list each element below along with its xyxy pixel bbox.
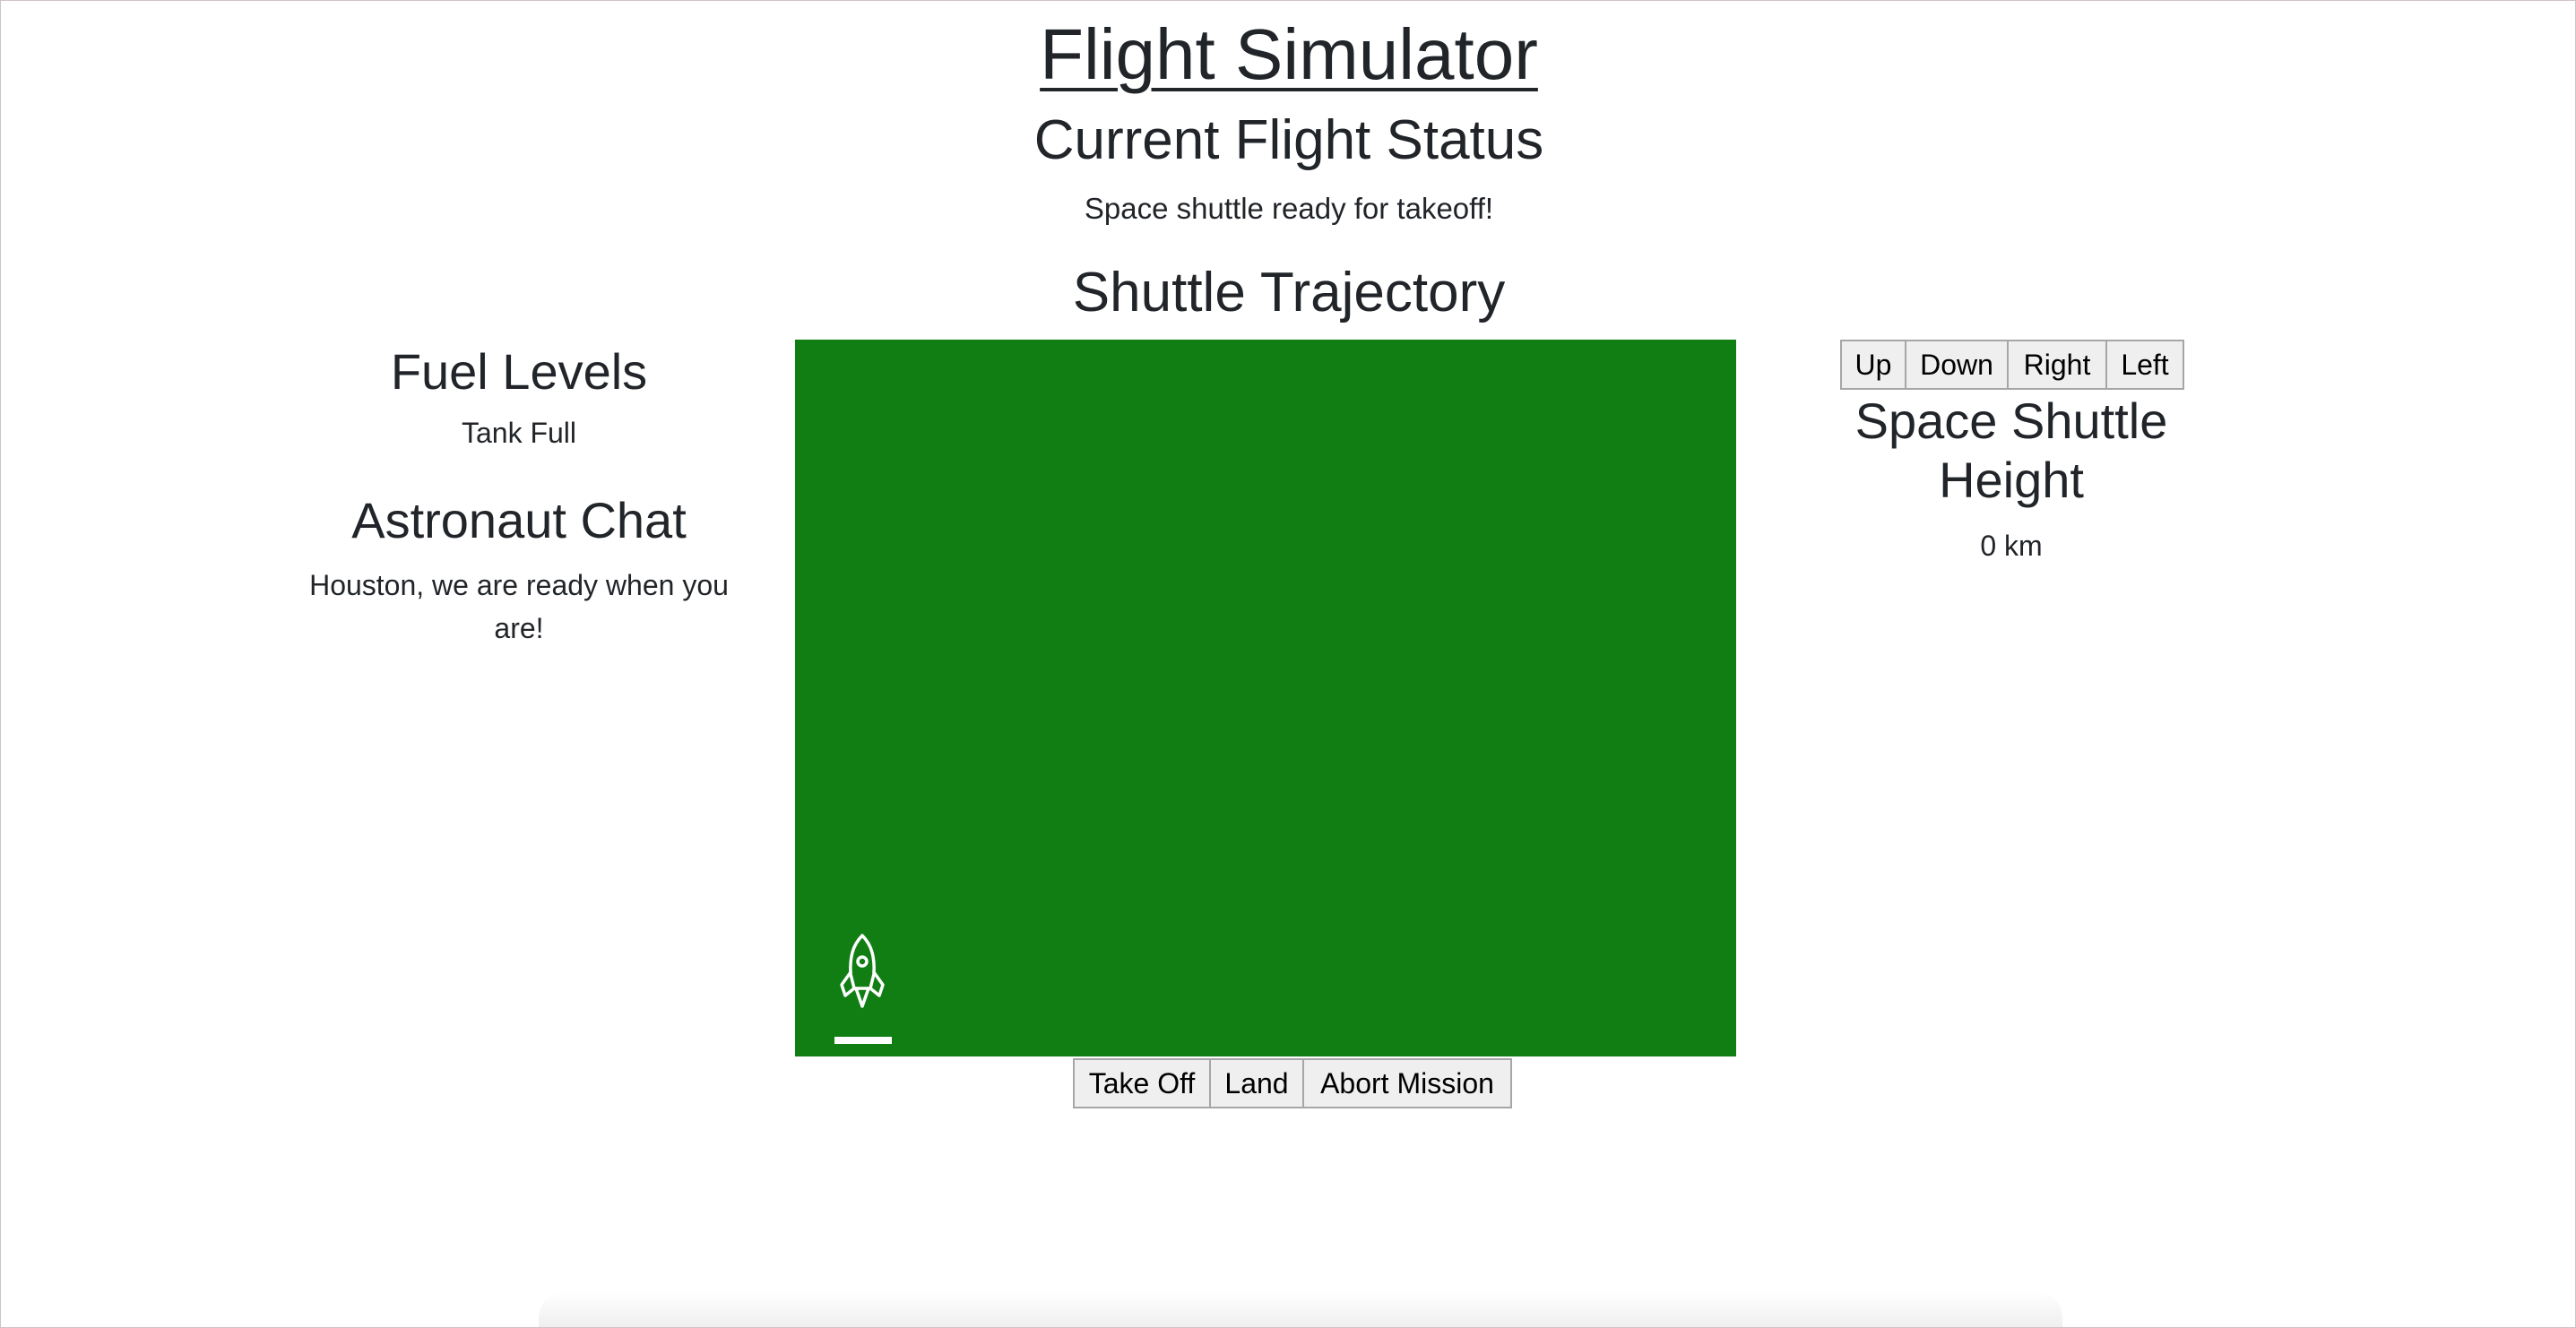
trajectory-area[interactable] (795, 340, 1736, 1056)
astronaut-chat-text: Houston, we are ready when you are! (309, 569, 729, 644)
rocket-icon (840, 934, 885, 1008)
astronaut-chat-heading: Astronaut Chat (351, 492, 687, 548)
flight-status-text: Space shuttle ready for takeoff! (1084, 192, 1494, 225)
shuttle-height-heading: Space Shuttle Height (1854, 392, 2168, 508)
up-button[interactable]: Up (1840, 340, 1906, 390)
trajectory-heading: Shuttle Trajectory (1072, 262, 1506, 323)
launch-pad (834, 1037, 892, 1044)
right-button[interactable]: Right (2007, 340, 2107, 390)
left-panel: Fuel Levels Tank Full Astronaut Chat Hou… (288, 332, 750, 650)
browser-viewport: Flight Simulator Current Flight Status S… (0, 0, 2576, 1328)
take-off-button[interactable]: Take Off (1073, 1058, 1211, 1108)
shuttle-height-value: 0 km (1980, 530, 2043, 562)
right-panel: Space Shuttle Height 0 km (1820, 392, 2202, 567)
fuel-levels-heading: Fuel Levels (390, 343, 648, 400)
abort-mission-button[interactable]: Abort Mission (1302, 1058, 1512, 1108)
page-title: Flight Simulator (1040, 14, 1538, 94)
fuel-levels-text: Tank Full (461, 417, 577, 449)
land-button[interactable]: Land (1209, 1058, 1304, 1108)
flight-status-heading: Current Flight Status (1033, 109, 1544, 171)
down-button[interactable]: Down (1905, 340, 2009, 390)
bottom-shadow (539, 1291, 2062, 1327)
left-button[interactable]: Left (2105, 340, 2184, 390)
